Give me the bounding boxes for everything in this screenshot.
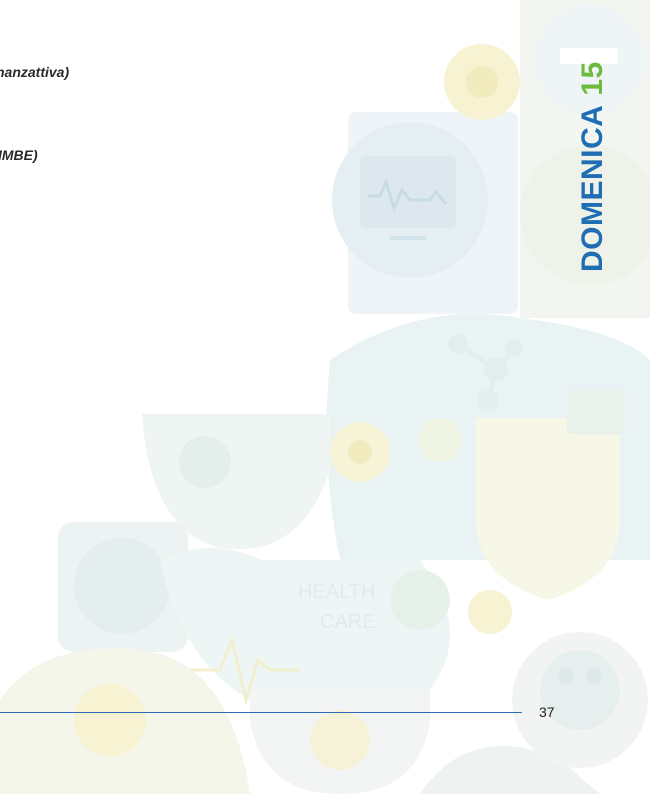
- decorative-background: HEALTH CARE: [0, 0, 650, 794]
- watermark-health: HEALTH: [298, 581, 375, 603]
- day-label: DOMENICA: [576, 104, 609, 272]
- page-number: 37: [539, 704, 555, 720]
- text-fragment-2: IMBE): [0, 147, 38, 163]
- day-number: 15: [576, 61, 609, 96]
- watermark-care: CARE: [320, 611, 376, 633]
- side-day-title: DOMENICA 15: [576, 61, 609, 272]
- flask-shield: [476, 418, 620, 600]
- text-fragment-1: nanzattiva): [0, 64, 70, 80]
- footer-rule: [0, 712, 522, 713]
